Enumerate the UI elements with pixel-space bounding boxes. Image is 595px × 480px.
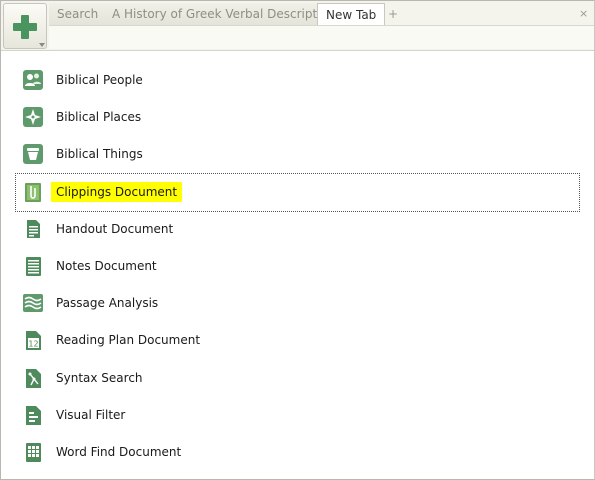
list-item-word-find-document[interactable]: Word Find Document [16, 434, 579, 471]
compass-icon [23, 107, 43, 128]
chevron-down-icon[interactable] [39, 43, 45, 47]
list-item-biblical-people[interactable]: Biblical People [16, 62, 579, 99]
item-label: Biblical Things [56, 147, 143, 162]
list-item-syntax-search[interactable]: Syntax Search [16, 360, 579, 397]
tab-greek-verbal-description[interactable]: A History of Greek Verbal Description [104, 3, 345, 25]
item-label: Visual Filter [56, 407, 126, 422]
tab-strip: Search A History of Greek Verbal Descrip… [49, 3, 594, 27]
list-item-reading-plan-document[interactable]: 12 Reading Plan Document [16, 322, 579, 359]
add-tab-icon[interactable]: + [388, 3, 398, 25]
waves-icon [23, 294, 43, 313]
calendar-icon: 12 [26, 331, 41, 351]
add-new-button[interactable] [3, 3, 47, 49]
syntax-tree-icon [26, 368, 41, 388]
tab-new-tab[interactable]: New Tab [317, 3, 386, 27]
list-item-handout-document[interactable]: Handout Document [16, 211, 579, 248]
top-bar: Search A History of Greek Verbal Descrip… [1, 1, 594, 51]
item-label: Syntax Search [56, 370, 143, 385]
new-document-list: Biblical People Biblical Places Biblical… [15, 62, 580, 471]
item-label: Word Find Document [56, 444, 182, 459]
item-label: Handout Document [56, 221, 174, 236]
paperclip-icon [25, 182, 41, 202]
close-icon[interactable]: × [579, 3, 588, 25]
list-item-notes-document[interactable]: Notes Document [16, 248, 579, 285]
toolbar-area [49, 25, 594, 49]
list-item-clippings-document[interactable]: Clippings Document [15, 172, 580, 212]
tab-search[interactable]: Search [49, 3, 108, 25]
list-item-passage-analysis[interactable]: Passage Analysis [16, 285, 579, 322]
list-item-visual-filter[interactable]: Visual Filter [16, 397, 579, 434]
list-item-biblical-things[interactable]: Biblical Things [16, 136, 579, 173]
notes-icon [26, 256, 41, 276]
item-label: Reading Plan Document [56, 333, 201, 348]
filter-icon [26, 405, 41, 425]
word-grid-icon [26, 442, 41, 462]
people-icon [23, 70, 43, 90]
handout-icon [27, 219, 40, 238]
list-item-biblical-places[interactable]: Biblical Places [16, 99, 579, 136]
item-label: Notes Document [56, 258, 157, 273]
item-label: Biblical People [56, 73, 143, 87]
svg-text:12: 12 [28, 340, 38, 349]
plus-icon [13, 15, 37, 39]
vessel-icon [23, 144, 43, 165]
item-label: Passage Analysis [56, 296, 159, 311]
item-label: Biblical Places [56, 110, 142, 125]
item-label: Clippings Document [51, 181, 183, 202]
